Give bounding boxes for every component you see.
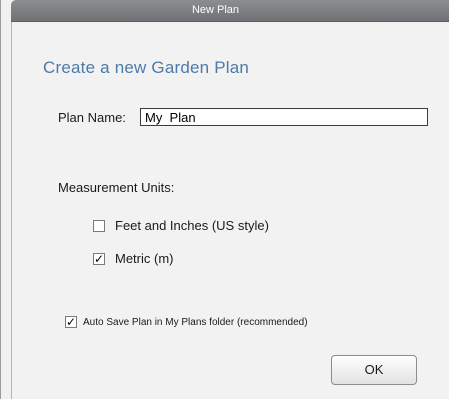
ok-button[interactable]: OK [331, 355, 417, 385]
checkmark-icon: ✓ [66, 315, 77, 329]
dialog-heading: Create a new Garden Plan [43, 58, 250, 77]
plan-name-label: Plan Name: [58, 110, 126, 125]
metric-label[interactable]: Metric (m) [115, 251, 174, 266]
title-bar[interactable]: New Plan [11, 0, 449, 22]
window-title: New Plan [191, 4, 240, 16]
auto-save-label[interactable]: Auto Save Plan in My Plans folder (recom… [83, 317, 308, 328]
feet-inches-checkbox[interactable] [93, 220, 105, 232]
metric-checkbox[interactable]: ✓ [93, 253, 105, 265]
checkmark-icon: ✓ [94, 252, 105, 266]
dialog-body [11, 22, 449, 399]
auto-save-checkbox[interactable]: ✓ [65, 316, 77, 328]
new-plan-dialog: New Plan Create a new Garden Plan Plan N… [0, 0, 449, 399]
plan-name-input[interactable] [140, 108, 428, 126]
measurement-units-label: Measurement Units: [58, 180, 175, 195]
feet-inches-label[interactable]: Feet and Inches (US style) [115, 218, 269, 233]
